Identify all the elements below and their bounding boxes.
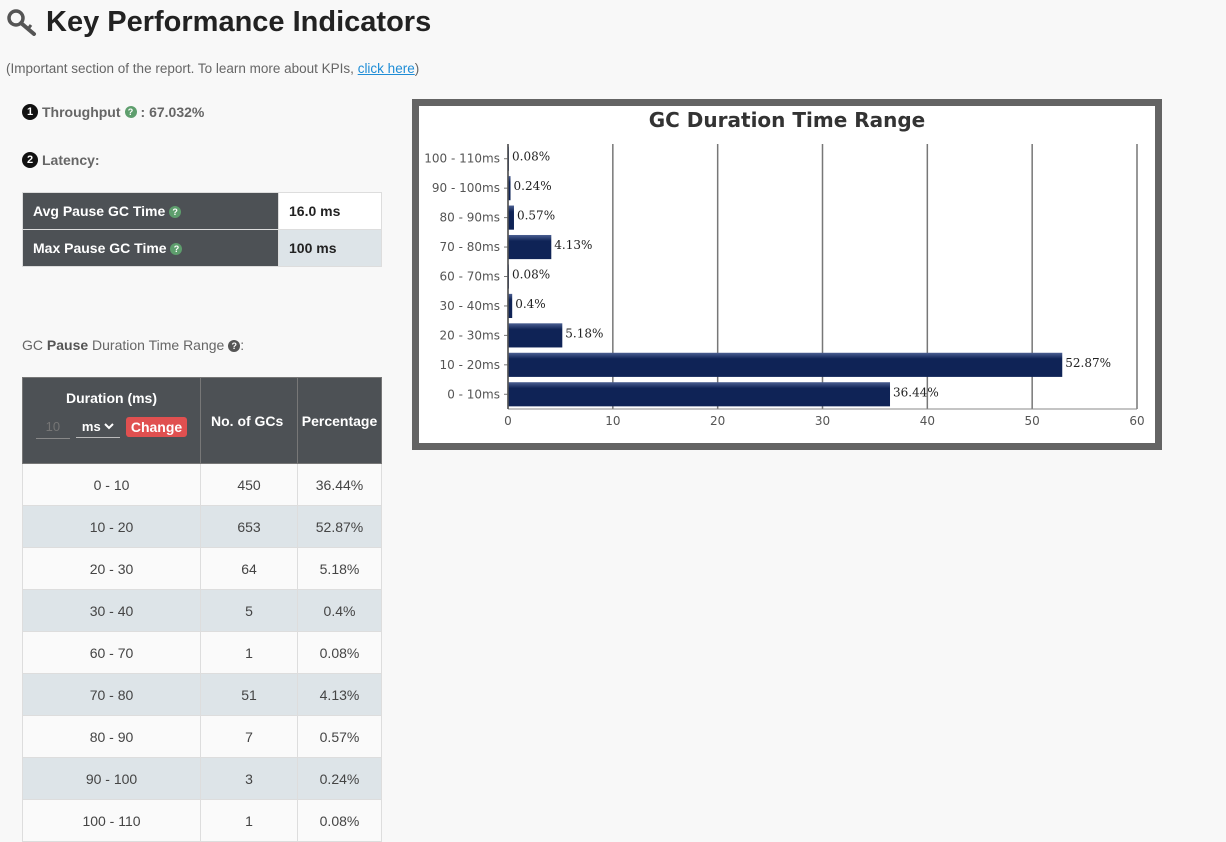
chart-bar [508, 382, 891, 407]
y-category-label: 20 - 30ms [440, 328, 500, 342]
chart-bar [508, 323, 563, 348]
y-category-label: 90 - 100ms [432, 181, 500, 195]
bar-value-label: 36.44% [893, 385, 939, 399]
table-row: 80 - 90 7 0.57% [22, 715, 382, 758]
count-header: No. of GCs [200, 377, 298, 464]
latency-label: Latency: [42, 152, 100, 168]
x-tick-label: 20 [710, 414, 725, 428]
x-tick-label: 60 [1129, 414, 1144, 428]
bar-value-label: 0.57% [517, 209, 555, 223]
chart-bar [508, 234, 552, 260]
table-row: 10 - 20 653 52.87% [22, 505, 382, 548]
table-row: 100 - 110 1 0.08% [22, 799, 382, 842]
y-category-label: 0 - 10ms [447, 387, 500, 401]
duration-header: Duration (ms) ms Change [22, 377, 201, 464]
page-header: Key Performance Indicators [6, 4, 431, 40]
gc-duration-table: Duration (ms) ms Change No. of GCs Perce… [22, 377, 382, 842]
y-category-label: 10 - 20ms [440, 358, 500, 372]
y-category-label: 60 - 70ms [440, 270, 500, 284]
x-tick-label: 50 [1025, 414, 1040, 428]
x-tick-label: 0 [504, 414, 512, 428]
badge-1: 1 [22, 104, 38, 120]
latency-line: 2 Latency: [22, 152, 100, 168]
x-tick-label: 30 [815, 414, 830, 428]
chart-bar [508, 205, 514, 230]
latency-row-value: 16.0 ms [278, 192, 382, 230]
bar-value-label: 0.24% [514, 179, 552, 193]
change-button[interactable]: Change [125, 416, 188, 437]
latency-row-label: Max Pause GC Time ? [22, 229, 279, 267]
throughput-value: : 67.032% [140, 104, 205, 120]
latency-row: Avg Pause GC Time ? 16.0 ms [22, 192, 382, 230]
table-row: 60 - 70 1 0.08% [22, 631, 382, 674]
table-row: 0 - 10 450 36.44% [22, 463, 382, 506]
x-tick-label: 40 [920, 414, 935, 428]
intro-text: (Important section of the report. To lea… [6, 61, 420, 76]
help-icon[interactable]: ? [170, 243, 183, 256]
page-title: Key Performance Indicators [46, 5, 432, 38]
latency-row-label: Avg Pause GC Time ? [22, 192, 279, 230]
key-icon [7, 9, 36, 36]
bar-value-label: 0.08% [512, 150, 550, 164]
chevron-down-icon [104, 422, 114, 429]
chart-frame: GC Duration Time Range 0 10 20 30 40 50 60 100 … [412, 99, 1162, 450]
gc-duration-chart: GC Duration Time Range 0 10 20 30 40 50 60 100 … [424, 108, 1144, 428]
chart-bar [508, 352, 1063, 377]
bar-value-label: 52.87% [1065, 356, 1111, 370]
table-row: 20 - 30 64 5.18% [22, 547, 382, 590]
duration-interval-input[interactable] [35, 414, 70, 439]
help-icon[interactable]: ? [169, 206, 182, 219]
throughput-line: 1 Throughput ? : 67.032% [22, 104, 204, 120]
badge-2: 2 [22, 152, 38, 168]
bar-value-label: 5.18% [565, 326, 603, 340]
y-category-label: 30 - 40ms [440, 299, 500, 313]
y-category-label: 100 - 110ms [424, 152, 500, 166]
bar-value-label: 4.13% [554, 238, 592, 252]
latency-table: Avg Pause GC Time ? 16.0 ms Max Pause GC… [22, 192, 382, 267]
throughput-label: Throughput [42, 104, 121, 120]
bar-value-label: 0.08% [512, 268, 550, 282]
unit-select[interactable]: ms [75, 415, 120, 438]
x-tick-label: 10 [605, 414, 620, 428]
percentage-header: Percentage [297, 377, 382, 464]
learn-more-link[interactable]: click here [358, 61, 415, 76]
chart-title: GC Duration Time Range [649, 108, 926, 132]
table-row: 70 - 80 51 4.13% [22, 673, 382, 716]
table-row: 30 - 40 5 0.4% [22, 589, 382, 632]
table-row: 90 - 100 3 0.24% [22, 757, 382, 800]
latency-row-value: 100 ms [278, 229, 382, 267]
help-icon[interactable]: ? [228, 340, 241, 353]
help-icon[interactable]: ? [124, 106, 137, 118]
latency-row: Max Pause GC Time ? 100 ms [22, 229, 382, 267]
gc-range-label: GC Pause Duration Time Range ?: [22, 337, 245, 353]
y-category-label: 80 - 90ms [440, 211, 500, 225]
y-category-label: 70 - 80ms [440, 240, 500, 254]
bar-value-label: 0.4% [515, 297, 546, 311]
